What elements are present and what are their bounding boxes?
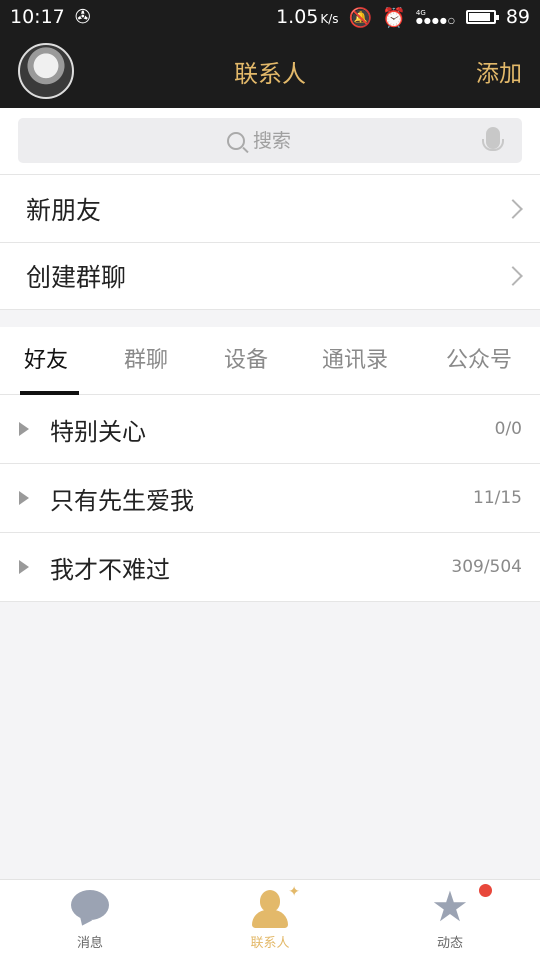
tab-friends[interactable]: 好友 bbox=[24, 327, 68, 395]
app-notification-icon: ✇ bbox=[74, 6, 91, 28]
notification-bell-icon: 🔕 bbox=[348, 6, 373, 29]
add-button[interactable]: 添加 bbox=[476, 54, 522, 88]
network-speed-value: 1.05 bbox=[276, 6, 319, 28]
alarm-clock-icon: ⏰ bbox=[382, 6, 406, 29]
search-bar[interactable] bbox=[18, 118, 522, 163]
nav-contacts[interactable]: ✦ 联系人 bbox=[180, 880, 360, 960]
bottom-navigation: 消息 ✦ 联系人 ★ 动态 bbox=[0, 879, 540, 960]
tab-groups[interactable]: 群聊 bbox=[124, 327, 168, 395]
expand-arrow-icon bbox=[19, 422, 29, 436]
group-count: 309/504 bbox=[451, 557, 522, 577]
group-name: 特别关心 bbox=[50, 417, 146, 446]
app-header: 联系人 添加 bbox=[0, 34, 540, 108]
chevron-right-icon bbox=[503, 266, 523, 286]
row-label: 创建群聊 bbox=[26, 263, 127, 292]
create-group-chat-row[interactable]: 创建群聊 bbox=[0, 242, 540, 310]
microphone-icon[interactable] bbox=[482, 127, 504, 151]
status-bar: 10:17 ✇ 1.05 K/s 🔕 ⏰ 4G ●●●●○ 89 bbox=[0, 0, 540, 34]
search-input[interactable] bbox=[253, 129, 313, 152]
group-name: 只有先生爱我 bbox=[50, 486, 194, 515]
battery-fill bbox=[468, 13, 491, 21]
expand-arrow-icon bbox=[19, 560, 29, 574]
friend-group-row[interactable]: 特别关心 0/0 bbox=[0, 395, 540, 464]
friend-group-row[interactable]: 我才不难过 309/504 bbox=[0, 533, 540, 602]
battery-percent: 89 bbox=[505, 6, 530, 28]
tab-official-accounts[interactable]: 公众号 bbox=[446, 327, 512, 395]
network-speed: 1.05 K/s bbox=[276, 6, 338, 28]
nav-label: 消息 bbox=[76, 936, 103, 951]
search-icon bbox=[227, 131, 245, 150]
row-label: 新朋友 bbox=[26, 195, 102, 225]
notification-badge bbox=[479, 884, 492, 897]
chevron-right-icon bbox=[503, 198, 523, 219]
contact-tabs: 好友 群聊 设备 通讯录 公众号 bbox=[0, 327, 540, 395]
page-title: 联系人 bbox=[234, 59, 306, 88]
search-section bbox=[0, 108, 540, 174]
tab-devices[interactable]: 设备 bbox=[224, 327, 268, 395]
battery-icon bbox=[465, 10, 499, 24]
new-friends-row[interactable]: 新朋友 bbox=[0, 174, 540, 242]
star-icon: ★ bbox=[431, 882, 469, 931]
tab-address-book[interactable]: 通讯录 bbox=[322, 327, 388, 395]
network-speed-unit: K/s bbox=[320, 12, 339, 26]
friend-group-row[interactable]: 只有先生爱我 11/15 bbox=[0, 464, 540, 533]
nav-label: 动态 bbox=[436, 936, 463, 951]
contacts-icon: ✦ bbox=[250, 884, 300, 928]
nav-label: 联系人 bbox=[250, 936, 290, 951]
group-count: 0/0 bbox=[494, 419, 522, 439]
signal-icon: 4G ●●●●○ bbox=[415, 9, 456, 25]
nav-messages[interactable]: 消息 bbox=[0, 880, 180, 960]
expand-arrow-icon bbox=[19, 491, 29, 505]
nav-moments[interactable]: ★ 动态 bbox=[360, 880, 540, 960]
status-time: 10:17 bbox=[10, 6, 65, 28]
group-count: 11/15 bbox=[473, 488, 522, 508]
group-name: 我才不难过 bbox=[50, 555, 170, 584]
chat-bubble-icon bbox=[71, 890, 109, 920]
